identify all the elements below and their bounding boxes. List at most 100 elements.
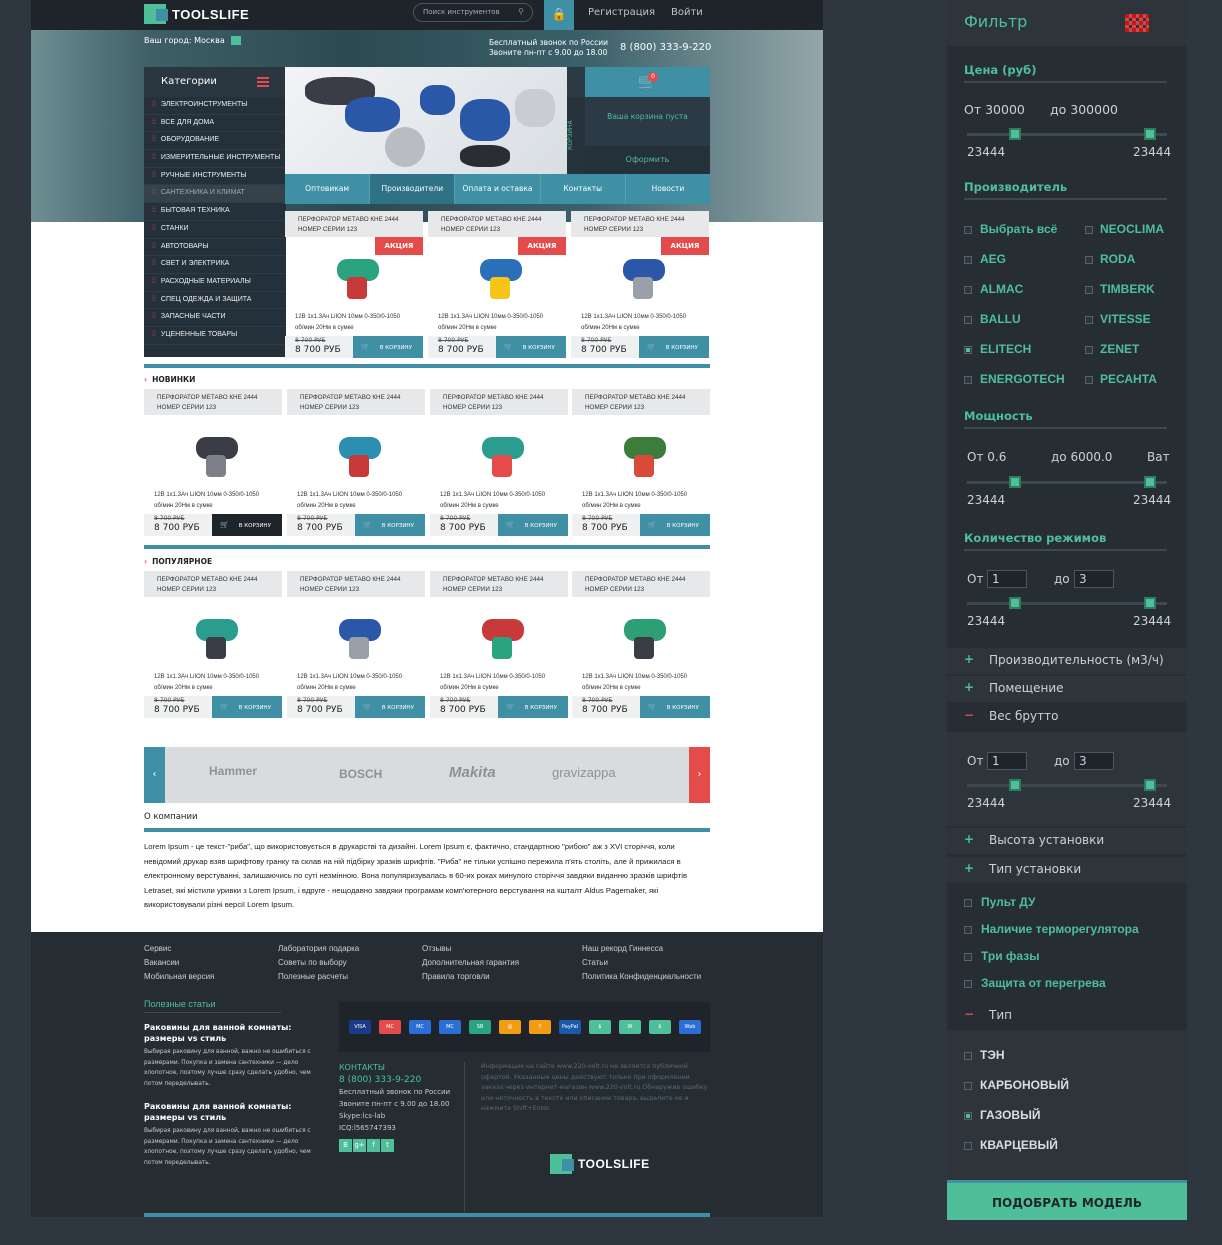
option-label[interactable]: Защита от перегрева <box>981 976 1106 990</box>
header-phone[interactable]: 8 (800) 333-9-220 <box>620 42 711 53</box>
from-input[interactable]: 1 <box>987 752 1027 770</box>
filter-accordion-row[interactable]: + Производительность (м3/ч) <box>947 648 1187 674</box>
range-track[interactable] <box>967 602 1167 605</box>
footer-link[interactable]: Правила торговли <box>422 972 490 981</box>
product-title[interactable]: ПЕРФОРАТОР МЕТАВО КНЕ 2444 НОМЕР СЕРИИ 12… <box>287 571 425 597</box>
category-item[interactable]: ⁞⁞ РАСХОДНЫЕ МАТЕРИАЛЫ <box>144 274 286 292</box>
product-title[interactable]: ПЕРФОРАТОР МЕТАВО КНЕ 2444 НОМЕР СЕРИИ 12… <box>285 211 423 237</box>
product-title[interactable]: ПЕРФОРАТОР МЕТАВО КНЕ 2444 НОМЕР СЕРИИ 12… <box>572 571 710 597</box>
category-item[interactable]: ⁞⁞ СВЕТ И ЭЛЕКТРИКА <box>144 256 286 274</box>
brand-logo-makita[interactable]: Makita <box>449 764 496 781</box>
product-card[interactable]: ПЕРФОРАТОР МЕТАВО КНЕ 2444 НОМЕР СЕРИИ 12… <box>285 211 423 361</box>
range-track[interactable] <box>967 481 1167 484</box>
filter-accordion-row[interactable]: − Вес брутто <box>947 704 1187 730</box>
category-item[interactable]: ⁞⁞ РУЧНЫЕ ИНСТРУМЕНТЫ <box>144 168 286 186</box>
add-to-cart-button[interactable]: 🛒 В КОРЗИНУ <box>498 514 568 536</box>
option-checkbox[interactable] <box>964 953 972 961</box>
range-min-handle[interactable] <box>1009 128 1021 140</box>
option-label[interactable]: Наличие терморегулятора <box>981 922 1139 936</box>
option-label[interactable]: Пульт ДУ <box>981 895 1035 909</box>
add-to-cart-button[interactable]: 🛒 В КОРЗИНУ <box>353 336 423 358</box>
type-option-label[interactable]: КВАРЦЕВЫЙ <box>980 1138 1058 1152</box>
category-item[interactable]: ⁞⁞ ЗАПАСНЫЕ ЧАСТИ <box>144 309 286 327</box>
type-option-label[interactable]: ГАЗОВЫЙ <box>980 1108 1040 1122</box>
product-card[interactable]: ПЕРФОРАТОР МЕТАВО КНЕ 2444 НОМЕР СЕРИИ 12… <box>571 211 709 361</box>
add-to-cart-button[interactable]: 🛒 В КОРЗИНУ <box>212 696 282 718</box>
category-item[interactable]: ⁞⁞ СПЕЦ ОДЕЖДА И ЗАЩИТА <box>144 292 286 310</box>
nav-payment[interactable]: Оплата и оставка <box>455 174 541 204</box>
manufacturer-checkbox[interactable] <box>1085 286 1093 294</box>
footer-logo[interactable]: TOOLSLIFE <box>550 1154 650 1174</box>
footer-link[interactable]: Вакансии <box>144 958 179 967</box>
manufacturer-label[interactable]: NEOCLIMA <box>1100 222 1164 236</box>
product-title[interactable]: ПЕРФОРАТОР МЕТАВО КНЕ 2444 НОМЕР СЕРИИ 12… <box>144 389 282 415</box>
product-card[interactable]: ПЕРФОРАТОР МЕТАВО КНЕ 2444 НОМЕР СЕРИИ 12… <box>572 571 710 721</box>
footer-link[interactable]: Лаборатория подарка <box>278 944 359 953</box>
type-checkbox[interactable] <box>964 1112 972 1120</box>
product-image[interactable] <box>474 427 534 482</box>
contacts-skype[interactable]: Skype:lcs-lab <box>339 1110 450 1122</box>
plus-icon[interactable]: + <box>964 861 974 875</box>
range-max-handle[interactable] <box>1144 779 1156 791</box>
contacts-icq[interactable]: ICQ:l565747393 <box>339 1122 450 1134</box>
type-checkbox[interactable] <box>964 1052 972 1060</box>
product-card[interactable]: ПЕРФОРАТОР МЕТАВО КНЕ 2444 НОМЕР СЕРИИ 12… <box>144 389 282 539</box>
manufacturer-checkbox[interactable] <box>964 376 972 384</box>
add-to-cart-button[interactable]: 🛒 В КОРЗИНУ <box>496 336 566 358</box>
search-input[interactable]: Поиск инструментов ⚲ <box>413 3 533 22</box>
add-to-cart-button[interactable]: 🛒 В КОРЗИНУ <box>640 514 710 536</box>
manufacturer-label[interactable]: ALMAC <box>980 282 1023 296</box>
product-image[interactable] <box>188 427 248 482</box>
manufacturer-label[interactable]: ZENET <box>1100 342 1139 356</box>
brand-logo-gravizappa[interactable]: gravizappa <box>552 765 616 780</box>
add-to-cart-button[interactable]: 🛒 В КОРЗИНУ <box>355 696 425 718</box>
from-input[interactable]: 1 <box>987 570 1027 588</box>
minus-icon[interactable]: − <box>964 1007 974 1021</box>
site-logo[interactable]: TOOLSLIFE <box>144 4 249 24</box>
search-icon[interactable]: ⚲ <box>518 7 524 16</box>
add-to-cart-button[interactable]: 🛒 В КОРЗИНУ <box>212 514 282 536</box>
footer-link[interactable]: Советы по выбору <box>278 958 347 967</box>
type-checkbox[interactable] <box>964 1082 972 1090</box>
product-title[interactable]: ПЕРФОРАТОР МЕТАВО КНЕ 2444 НОМЕР СЕРИИ 12… <box>287 389 425 415</box>
lock-icon[interactable]: 🔒 <box>544 0 574 30</box>
type-accordion-row[interactable]: − Тип <box>947 1003 1187 1029</box>
category-item[interactable]: ⁞⁞ БЫТОВАЯ ТЕХНИКА <box>144 203 286 221</box>
category-item[interactable]: ⁞⁞ САНТЕХНИКА И КЛИМАТ <box>144 185 286 204</box>
category-item[interactable]: ⁞⁞ ВСЕ ДЛЯ ДОМА <box>144 115 286 133</box>
manufacturer-label[interactable]: VITESSE <box>1100 312 1151 326</box>
manufacturer-checkbox[interactable] <box>1085 226 1093 234</box>
city-selector[interactable]: Ваш город: Москва <box>144 36 241 45</box>
manufacturer-checkbox[interactable] <box>964 286 972 294</box>
product-title[interactable]: ПЕРФОРАТОР МЕТАВО КНЕ 2444 НОМЕР СЕРИИ 12… <box>144 571 282 597</box>
product-image[interactable] <box>331 609 391 664</box>
product-card[interactable]: ПЕРФОРАТОР МЕТАВО КНЕ 2444 НОМЕР СЕРИИ 12… <box>144 571 282 721</box>
manufacturer-checkbox[interactable] <box>964 316 972 324</box>
article-title[interactable]: Раковины для ванной комнаты: размеры vs … <box>144 1022 329 1044</box>
product-card[interactable]: ПЕРФОРАТОР МЕТАВО КНЕ 2444 НОМЕР СЕРИИ 12… <box>287 571 425 721</box>
manufacturer-checkbox[interactable] <box>964 346 972 354</box>
category-item[interactable]: ⁞⁞ АВТОТОВАРЫ <box>144 239 286 257</box>
product-card[interactable]: ПЕРФОРАТОР МЕТАВО КНЕ 2444 НОМЕР СЕРИИ 12… <box>430 571 568 721</box>
product-title[interactable]: ПЕРФОРАТОР МЕТАВО КНЕ 2444 НОМЕР СЕРИИ 12… <box>430 571 568 597</box>
manufacturer-label[interactable]: РЕСАНТА <box>1100 372 1157 386</box>
manufacturer-checkbox[interactable] <box>1085 316 1093 324</box>
manufacturer-checkbox[interactable] <box>1085 256 1093 264</box>
product-image[interactable] <box>188 609 248 664</box>
manufacturer-label[interactable]: AEG <box>980 252 1006 266</box>
manufacturer-checkbox[interactable] <box>1085 376 1093 384</box>
nav-manufacturers[interactable]: Производители <box>370 174 456 204</box>
footer-link[interactable]: Полезные расчеты <box>278 972 348 981</box>
range-min-handle[interactable] <box>1009 779 1021 791</box>
add-to-cart-button[interactable]: 🛒 В КОРЗИНУ <box>639 336 709 358</box>
range-max-handle[interactable] <box>1144 597 1156 609</box>
checkout-button[interactable]: Оформить <box>585 146 710 174</box>
nav-wholesale[interactable]: Оптовикам <box>285 174 371 204</box>
manufacturer-label[interactable]: BALLU <box>980 312 1021 326</box>
option-checkbox[interactable] <box>964 926 972 934</box>
footer-link[interactable]: Сервис <box>144 944 171 953</box>
plus-icon[interactable]: + <box>964 680 974 694</box>
nav-contacts[interactable]: Контакты <box>541 174 626 204</box>
brand-logo-bosch[interactable]: BOSCH <box>339 767 382 781</box>
footer-link[interactable]: Отзывы <box>422 944 451 953</box>
